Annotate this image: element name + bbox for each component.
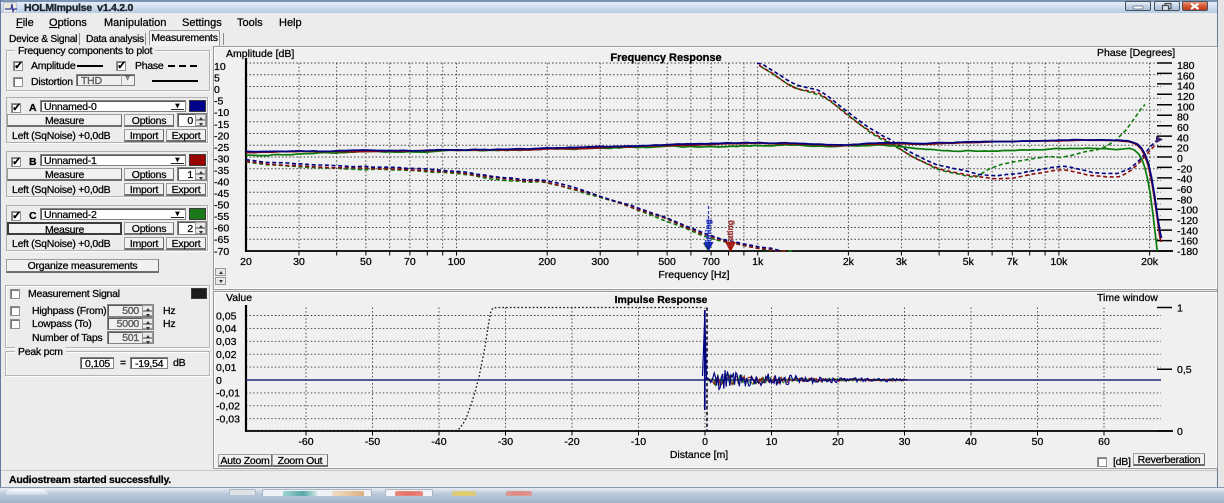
svg-text:0: 0	[1177, 426, 1183, 438]
svg-text:300: 300	[591, 256, 609, 268]
svg-text:-50: -50	[214, 200, 229, 212]
svg-text:0: 0	[216, 375, 222, 387]
svg-text:0,05: 0,05	[216, 310, 237, 322]
svg-text:0,5: 0,5	[1177, 364, 1192, 376]
svg-text:-15: -15	[214, 119, 229, 131]
svg-text:100: 100	[448, 256, 466, 268]
svg-text:Impulse Response: Impulse Response	[615, 294, 708, 306]
svg-text:-10: -10	[631, 436, 646, 448]
svg-text:30: 30	[293, 256, 305, 268]
svg-text:Frequency Response: Frequency Response	[610, 52, 721, 64]
svg-text:1k: 1k	[752, 256, 764, 268]
svg-text:Value: Value	[226, 292, 252, 304]
svg-text:10: 10	[766, 436, 778, 448]
svg-text:-55: -55	[214, 211, 229, 223]
svg-text:-40: -40	[431, 436, 446, 448]
svg-text:-70: -70	[214, 246, 229, 258]
svg-text:Phase [Degrees]: Phase [Degrees]	[1097, 47, 1175, 59]
svg-text:Amplitude [dB]: Amplitude [dB]	[226, 48, 294, 60]
svg-text:30: 30	[899, 436, 911, 448]
svg-text:2k: 2k	[843, 256, 855, 268]
svg-text:Gating: Gating	[725, 220, 735, 247]
svg-text:-30: -30	[498, 436, 513, 448]
svg-text:5: 5	[214, 73, 220, 85]
svg-text:-40: -40	[214, 177, 229, 189]
svg-text:0,03: 0,03	[216, 336, 237, 348]
svg-text:10k: 10k	[1050, 256, 1068, 268]
svg-text:-5: -5	[214, 96, 223, 108]
svg-text:-60: -60	[298, 436, 313, 448]
svg-text:-25: -25	[214, 142, 229, 154]
svg-text:-0,02: -0,02	[216, 401, 240, 413]
svg-text:50: 50	[1032, 436, 1044, 448]
svg-text:-0,03: -0,03	[216, 414, 240, 426]
svg-text:Distance [m]: Distance [m]	[670, 449, 728, 461]
svg-text:-60: -60	[214, 223, 229, 235]
svg-text:-180: -180	[1177, 246, 1198, 258]
svg-text:50: 50	[360, 256, 372, 268]
svg-text:-45: -45	[214, 188, 229, 200]
svg-text:10: 10	[214, 61, 226, 73]
svg-text:-10: -10	[214, 107, 229, 119]
svg-text:3k: 3k	[896, 256, 908, 268]
svg-text:1: 1	[1177, 302, 1183, 314]
svg-text:200: 200	[538, 256, 556, 268]
svg-text:-20: -20	[564, 436, 579, 448]
svg-text:Frequency [Hz]: Frequency [Hz]	[658, 269, 729, 281]
svg-text:0: 0	[702, 436, 708, 448]
svg-text:0,01: 0,01	[216, 362, 237, 374]
svg-text:70: 70	[404, 256, 416, 268]
svg-text:60: 60	[1098, 436, 1110, 448]
svg-text:Time window: Time window	[1097, 292, 1158, 304]
svg-text:Timing: Timing	[703, 219, 713, 247]
svg-text:-30: -30	[214, 153, 229, 165]
svg-text:20: 20	[832, 436, 844, 448]
svg-text:5k: 5k	[963, 256, 975, 268]
svg-text:7k: 7k	[1007, 256, 1019, 268]
svg-text:0,02: 0,02	[216, 349, 237, 361]
svg-text:-50: -50	[365, 436, 380, 448]
svg-text:-35: -35	[214, 165, 229, 177]
svg-text:0: 0	[214, 84, 220, 96]
svg-text:700: 700	[702, 256, 720, 268]
svg-text:500: 500	[658, 256, 676, 268]
svg-text:40: 40	[965, 436, 977, 448]
svg-text:0,04: 0,04	[216, 323, 237, 335]
svg-text:20: 20	[240, 256, 252, 268]
svg-text:20k: 20k	[1141, 256, 1159, 268]
svg-text:-0,01: -0,01	[216, 388, 240, 400]
svg-text:-20: -20	[214, 130, 229, 142]
svg-text:-65: -65	[214, 234, 229, 246]
